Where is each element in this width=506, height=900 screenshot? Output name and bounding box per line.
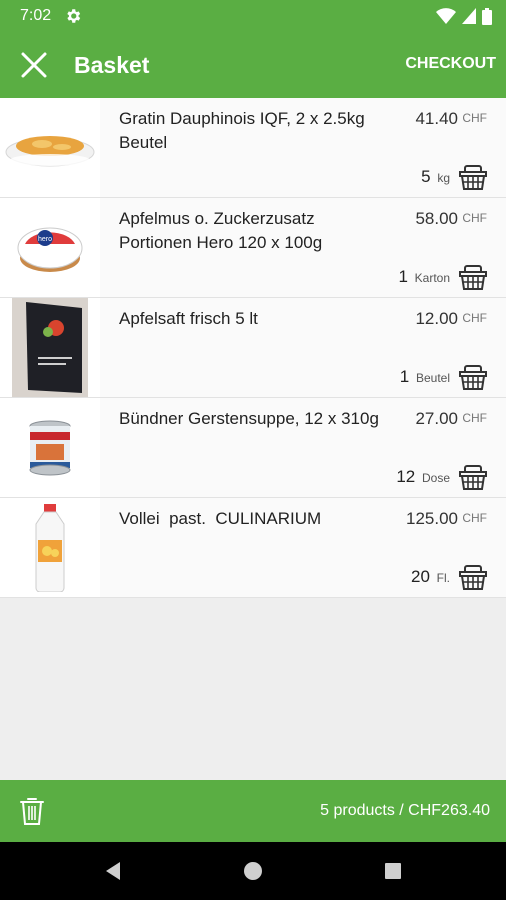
product-quantity: 5 kg <box>421 167 450 187</box>
product-price: 58.00 <box>415 209 458 228</box>
product-thumbnail <box>0 398 100 497</box>
product-currency: CHF <box>462 311 487 325</box>
battery-icon <box>482 7 492 25</box>
applesauce-cup-image: hero <box>17 227 83 272</box>
recents-icon[interactable] <box>382 860 404 882</box>
trash-icon[interactable] <box>20 796 44 826</box>
basket-icon[interactable] <box>458 361 488 391</box>
product-thumbnail <box>0 498 100 597</box>
basket-list: Gratin Dauphinois IQF, 2 x 2.5kg Beutel … <box>0 98 506 598</box>
product-thumbnail <box>0 98 100 197</box>
system-nav-bar <box>0 842 506 900</box>
quantity-value: 12 <box>396 467 416 486</box>
product-price: 125.00 <box>406 509 458 528</box>
quantity-value: 20 <box>411 567 430 586</box>
checkout-button[interactable]: CHECKOUT <box>405 55 496 73</box>
product-price: 27.00 <box>415 409 458 428</box>
basket-icon[interactable] <box>458 261 488 291</box>
product-name: Gratin Dauphinois IQF, 2 x 2.5kg Beutel <box>119 109 365 152</box>
basket-item[interactable]: Apfelsaft frisch 5 lt 12.00 CHF 1 Beutel <box>0 298 506 398</box>
wifi-icon <box>436 8 456 24</box>
basket-item[interactable]: Bündner Gerstensuppe, 12 x 310g 27.00 CH… <box>0 398 506 498</box>
page-title: Basket <box>74 52 150 78</box>
product-currency: CHF <box>462 411 487 425</box>
product-quantity: 20 Fl. <box>411 567 450 587</box>
system-icons <box>436 7 492 25</box>
basket-item[interactable]: hero Apfelmus o. Zuckerzusatz Portionen … <box>0 198 506 298</box>
egg-bottle-image <box>35 503 65 592</box>
product-quantity: 12 Dose <box>396 467 450 487</box>
quantity-unit: Fl. <box>436 571 450 585</box>
back-icon[interactable] <box>102 860 124 882</box>
product-currency: CHF <box>462 211 487 225</box>
basket-footer: 5 products / CHF263.40 <box>0 780 506 842</box>
soup-can-image <box>29 420 71 475</box>
basket-icon[interactable] <box>458 161 488 191</box>
product-price: 41.40 <box>415 109 458 128</box>
quantity-value: 5 <box>421 167 431 186</box>
quantity-unit: Dose <box>421 471 450 485</box>
signal-icon <box>462 8 476 24</box>
product-thumbnail <box>0 298 100 397</box>
product-name: Apfelmus o. Zuckerzusatz Portionen Hero … <box>119 209 323 252</box>
settings-gear-icon <box>67 9 81 23</box>
basket-item[interactable]: Vollei past. CULINARIUM 125.00 CHF 20 Fl… <box>0 498 506 598</box>
gratin-dish-image <box>5 135 95 166</box>
basket-item[interactable]: Gratin Dauphinois IQF, 2 x 2.5kg Beutel … <box>0 98 506 198</box>
product-currency: CHF <box>462 111 487 125</box>
close-icon[interactable] <box>18 49 50 81</box>
product-thumbnail: hero <box>0 198 100 297</box>
product-price: 12.00 <box>415 309 458 328</box>
product-name: Vollei past. CULINARIUM <box>119 509 322 528</box>
apple-juice-box-image <box>12 298 88 397</box>
quantity-unit: Beutel <box>415 371 450 385</box>
svg-text:hero: hero <box>38 236 52 243</box>
quantity-unit: kg <box>437 171 450 185</box>
basket-summary: 5 products / CHF263.40 <box>320 802 490 819</box>
status-bar: 7:02 <box>0 0 506 32</box>
product-quantity: 1 Beutel <box>400 367 450 387</box>
quantity-value: 1 <box>399 367 410 386</box>
app-bar: Basket CHECKOUT <box>0 32 506 98</box>
product-quantity: 1 Karton <box>398 267 450 287</box>
quantity-unit: Karton <box>414 271 450 285</box>
status-time: 7:02 <box>20 7 52 24</box>
basket-icon[interactable] <box>458 461 488 491</box>
home-icon[interactable] <box>242 860 264 882</box>
quantity-value: 1 <box>398 267 408 286</box>
product-currency: CHF <box>462 511 487 525</box>
product-name: Apfelsaft frisch 5 lt <box>119 309 258 328</box>
basket-icon[interactable] <box>458 561 488 591</box>
product-name: Bündner Gerstensuppe, 12 x 310g <box>119 409 379 428</box>
